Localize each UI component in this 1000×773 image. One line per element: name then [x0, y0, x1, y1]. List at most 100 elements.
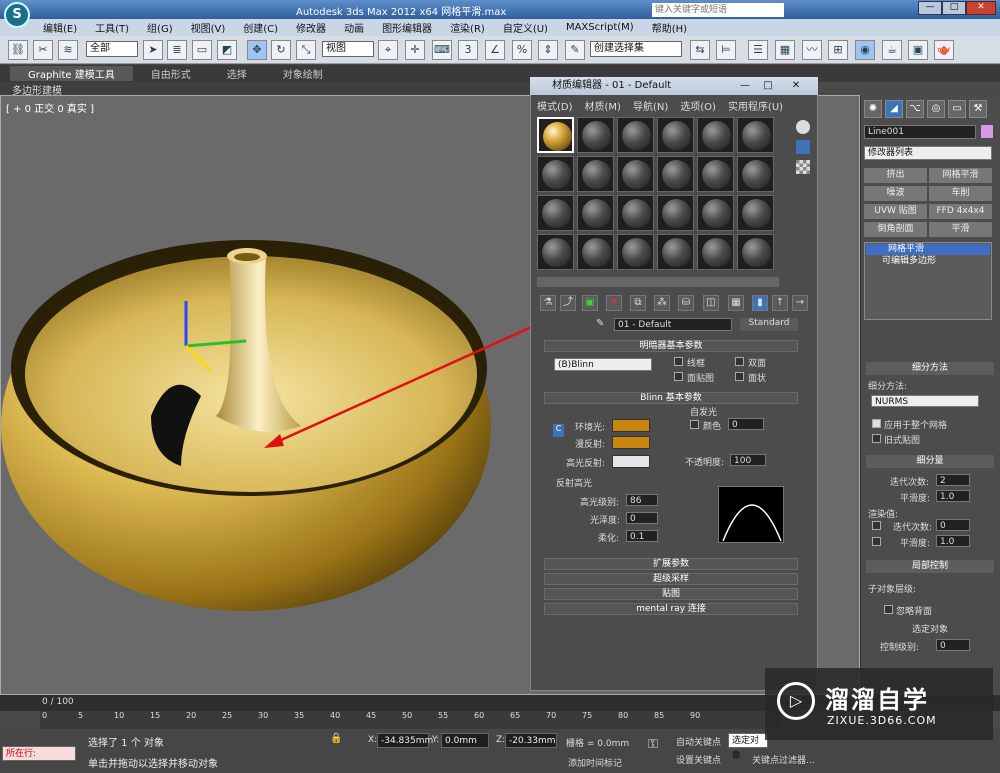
supersampling-rollout[interactable]: 超级采样 — [544, 573, 798, 585]
extended-params-rollout[interactable]: 扩展参数 — [544, 558, 798, 570]
schematic-view-icon[interactable]: ⊞ — [828, 40, 848, 60]
lock-ambient-diffuse-icon[interactable]: C — [553, 424, 564, 437]
menu-edit[interactable]: 编辑(E) — [34, 20, 86, 35]
pivot-icon[interactable]: ⌖ — [378, 40, 398, 60]
spinner-snap-icon[interactable]: ⇕ — [538, 40, 558, 60]
sample-slot[interactable] — [537, 234, 574, 270]
track-bar[interactable]: 0 5 10 15 20 25 30 35 40 45 50 55 60 65 … — [40, 711, 780, 729]
put-to-library-icon[interactable]: ⛁ — [678, 295, 694, 311]
sample-slot[interactable] — [737, 117, 774, 153]
material-name-field[interactable]: 01 - Default — [614, 318, 732, 331]
rect-select-icon[interactable]: ▭ — [192, 40, 212, 60]
create-tab-icon[interactable]: ✺ — [864, 100, 882, 118]
menu-group[interactable]: 组(G) — [138, 20, 182, 35]
side-tool-sample-type[interactable] — [796, 120, 810, 134]
modify-tab-icon[interactable]: ◢ — [885, 100, 903, 118]
maps-rollout[interactable]: 贴图 — [544, 588, 798, 600]
sample-slot[interactable] — [737, 156, 774, 192]
maxscript-listener[interactable]: 所在行: — [2, 746, 76, 761]
side-tool-backlight[interactable] — [796, 140, 810, 154]
smooth-button[interactable]: 平滑 — [929, 222, 992, 237]
sample-slot[interactable] — [657, 195, 694, 231]
sample-slot[interactable] — [617, 156, 654, 192]
app-logo[interactable]: S — [4, 2, 30, 28]
stack-item-editable-poly[interactable]: 可编辑多边形 — [866, 256, 990, 267]
assign-material-icon[interactable]: ▣ — [582, 295, 598, 311]
sample-slot[interactable] — [577, 234, 614, 270]
align-icon[interactable]: ⊨ — [716, 40, 736, 60]
scale-icon[interactable]: ⤡ — [296, 40, 316, 60]
old-map-checkbox[interactable] — [872, 434, 881, 443]
maximize-button[interactable]: □ — [942, 1, 966, 15]
slot-scrollbar[interactable] — [537, 277, 779, 287]
sample-slot[interactable] — [697, 156, 734, 192]
tab-selection[interactable]: 选择 — [209, 66, 265, 81]
selection-filter-dropdown[interactable]: 全部 — [86, 41, 138, 57]
mat-menu-modes[interactable]: 模式(D) — [531, 98, 579, 114]
mental-ray-rollout[interactable]: mental ray 连接 — [544, 603, 798, 615]
go-forward-sibling-icon[interactable]: → — [792, 295, 808, 311]
stack-item-meshsmooth[interactable]: 网格平滑 — [866, 244, 990, 255]
sample-slot[interactable] — [737, 234, 774, 270]
object-name-field[interactable]: Line001 — [864, 125, 976, 139]
key-icon[interactable]: ⚿ — [648, 737, 658, 752]
specular-color-swatch[interactable] — [612, 455, 650, 468]
utilities-tab-icon[interactable]: ⚒ — [969, 100, 987, 118]
material-editor-close[interactable]: ✕ — [786, 80, 806, 92]
set-key-button[interactable]: 设置关键点 — [676, 753, 721, 766]
wire-checkbox[interactable] — [674, 357, 683, 366]
rotate-icon[interactable]: ↻ — [271, 40, 291, 60]
modifier-list-dropdown[interactable]: 修改器列表 — [864, 146, 992, 160]
blinn-basic-rollout[interactable]: Blinn 基本参数 — [544, 392, 798, 404]
mat-menu-navigation[interactable]: 导航(N) — [627, 98, 674, 114]
tab-object-paint[interactable]: 对象绘制 — [265, 66, 341, 81]
render-smoothness-checkbox[interactable] — [872, 537, 881, 546]
display-tab-icon[interactable]: ▭ — [948, 100, 966, 118]
diffuse-color-swatch[interactable] — [612, 436, 650, 449]
glossiness-spinner[interactable]: 0 — [626, 512, 658, 524]
sample-slot[interactable] — [617, 117, 654, 153]
x-coordinate-field[interactable]: -34.835mm — [377, 733, 433, 748]
selection-lock-icon[interactable]: 🔒 — [330, 733, 342, 744]
local-control-rollout[interactable]: 局部控制 — [866, 560, 994, 573]
material-type-button[interactable]: Standard — [740, 318, 798, 331]
menu-create[interactable]: 创建(C) — [234, 20, 287, 35]
subdiv-method-dropdown[interactable]: NURMS — [871, 395, 979, 407]
mirror-icon[interactable]: ⇆ — [690, 40, 710, 60]
y-coordinate-field[interactable]: 0.0mm — [441, 733, 489, 748]
sample-slot[interactable] — [657, 117, 694, 153]
key-filters-button[interactable]: 关键点过滤器... — [752, 753, 815, 766]
uvw-map-button[interactable]: UVW 贴图 — [864, 204, 927, 219]
extrude-button[interactable]: 挤出 — [864, 168, 927, 183]
menu-rendering[interactable]: 渲染(R) — [441, 20, 494, 35]
sample-slot[interactable] — [697, 195, 734, 231]
menu-animation[interactable]: 动画 — [335, 20, 373, 35]
unlink-icon[interactable]: ✂ — [33, 40, 53, 60]
make-unique-icon[interactable]: ⁂ — [654, 295, 670, 311]
close-button[interactable]: ✕ — [966, 1, 996, 15]
percent-snap-icon[interactable]: % — [512, 40, 532, 60]
auto-key-button[interactable]: 自动关键点 — [676, 735, 721, 748]
select-by-name-icon[interactable]: ≣ — [167, 40, 187, 60]
noise-button[interactable]: 噪波 — [864, 186, 927, 201]
self-illum-color-checkbox[interactable] — [690, 420, 699, 429]
control-level-spinner[interactable]: 0 — [936, 639, 970, 651]
select-icon[interactable]: ➤ — [143, 40, 163, 60]
snap-3d-icon[interactable]: 3 — [458, 40, 478, 60]
sample-slot[interactable] — [537, 156, 574, 192]
object-color-swatch[interactable] — [981, 125, 993, 138]
render-setup-icon[interactable]: ☕ — [882, 40, 902, 60]
self-illum-spinner[interactable]: 0 — [728, 418, 764, 430]
two-sided-checkbox[interactable] — [735, 357, 744, 366]
lathe-button[interactable]: 车削 — [929, 186, 992, 201]
selected-dropdown[interactable]: 选定对象 — [728, 733, 768, 761]
keyboard-shortcut-icon[interactable]: ⌨ — [432, 40, 452, 60]
sample-slot[interactable] — [657, 234, 694, 270]
select-manipulate-icon[interactable]: ✛ — [405, 40, 425, 60]
named-selection-dropdown[interactable]: 创建选择集 — [590, 41, 682, 57]
bevel-profile-button[interactable]: 倒角剖面 — [864, 222, 927, 237]
sample-slot[interactable] — [617, 195, 654, 231]
render-iterations-checkbox[interactable] — [872, 521, 881, 530]
reset-material-icon[interactable]: ✕ — [606, 295, 622, 311]
go-to-parent-icon[interactable]: ↑ — [772, 295, 788, 311]
